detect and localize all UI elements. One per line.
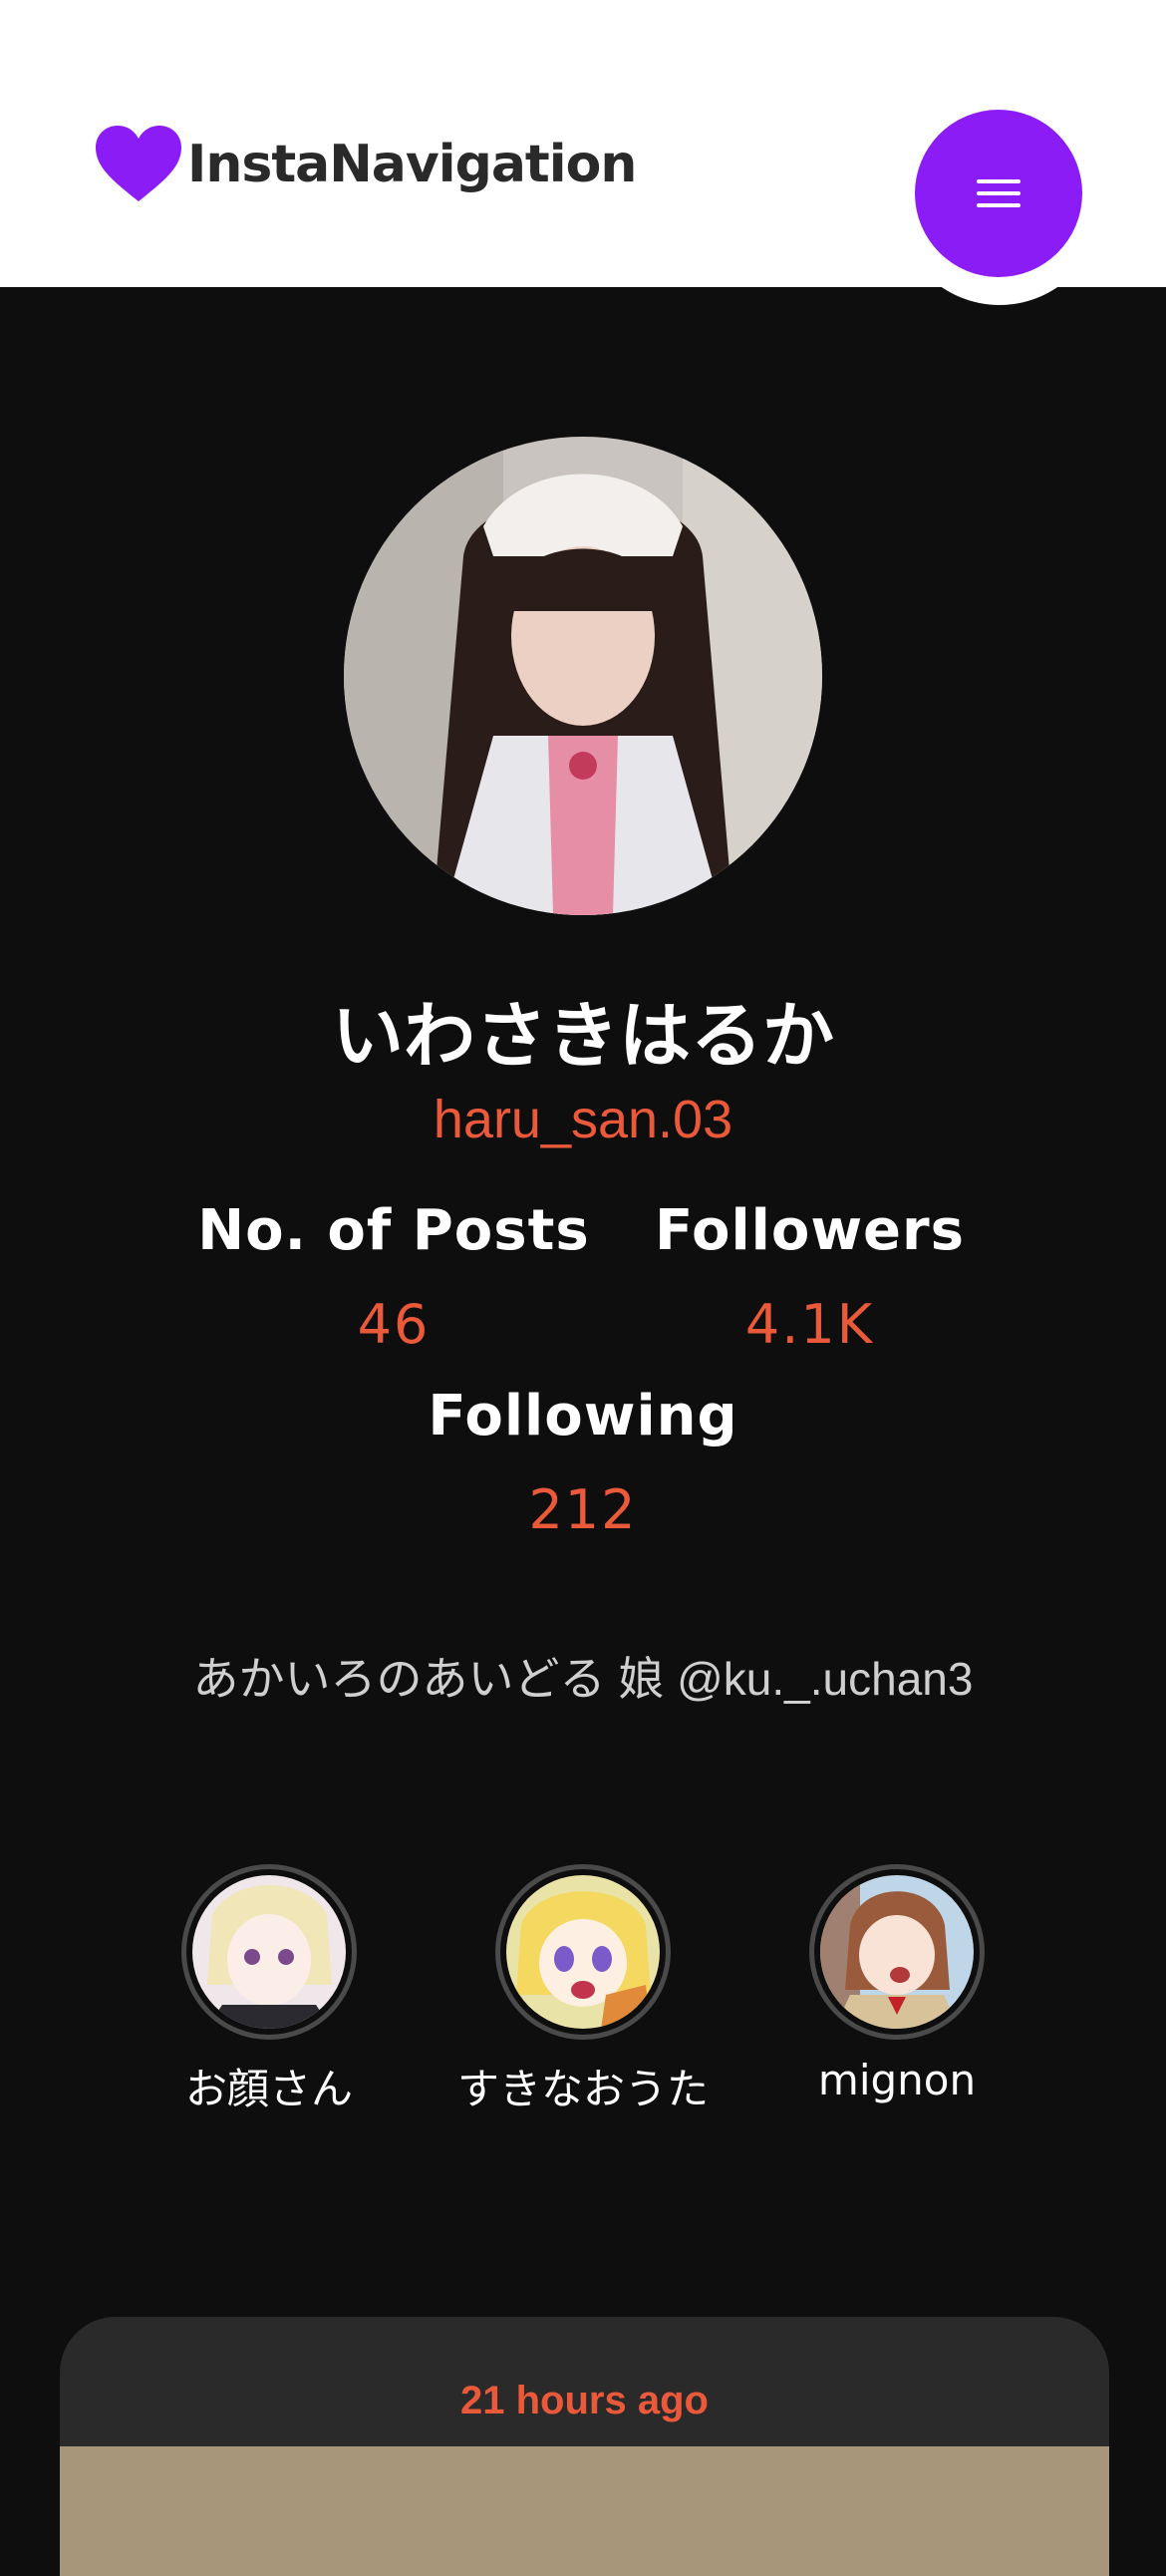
stat-followers-value: 4.1K bbox=[744, 1293, 875, 1356]
post-card[interactable]: 21 hours ago bbox=[60, 2317, 1109, 2576]
app-header: InstaNavigation bbox=[0, 0, 1166, 305]
stat-following: Following 212 bbox=[384, 1384, 782, 1541]
hamburger-menu-icon bbox=[977, 179, 1020, 207]
highlight-item[interactable]: お顔さん bbox=[120, 1864, 419, 2116]
highlight-ring bbox=[809, 1864, 985, 2040]
highlight-item[interactable]: すきなおうた bbox=[434, 1864, 732, 2116]
highlight-label: mignon bbox=[817, 2056, 977, 2104]
profile-username: haru_san.03 bbox=[433, 1090, 733, 1149]
stat-following-value: 212 bbox=[528, 1478, 638, 1541]
highlight-item[interactable]: mignon bbox=[747, 1864, 1046, 2104]
highlight-ring bbox=[181, 1864, 357, 2040]
stat-following-label: Following bbox=[428, 1384, 738, 1449]
highlight-label: お顔さん bbox=[184, 2065, 353, 2113]
brand-logo[interactable]: InstaNavigation bbox=[94, 124, 637, 205]
heart-icon bbox=[96, 126, 181, 201]
highlight-label: すきなおうた bbox=[456, 2065, 709, 2113]
highlight-ring bbox=[495, 1864, 671, 2040]
profile-display-name: いわさきはるか bbox=[331, 994, 834, 1078]
post-timestamp: 21 hours ago bbox=[460, 2379, 709, 2422]
highlight-cover bbox=[192, 1875, 346, 2029]
highlight-cover bbox=[820, 1875, 974, 2029]
stat-posts-value: 46 bbox=[357, 1293, 431, 1356]
post-media[interactable] bbox=[60, 2446, 1109, 2576]
stat-posts-label: No. of Posts bbox=[197, 1198, 590, 1263]
highlight-cover bbox=[506, 1875, 660, 2029]
stat-posts: No. of Posts 46 bbox=[189, 1198, 598, 1356]
profile-avatar bbox=[344, 437, 822, 915]
profile-bio: あかいろのあいどる 娘 @ku._.uchan3 bbox=[192, 1653, 974, 1705]
stat-followers-label: Followers bbox=[655, 1198, 965, 1263]
brand-name: InstaNavigation bbox=[187, 135, 637, 194]
menu-button[interactable] bbox=[915, 110, 1082, 277]
stat-followers: Followers 4.1K bbox=[638, 1198, 982, 1356]
